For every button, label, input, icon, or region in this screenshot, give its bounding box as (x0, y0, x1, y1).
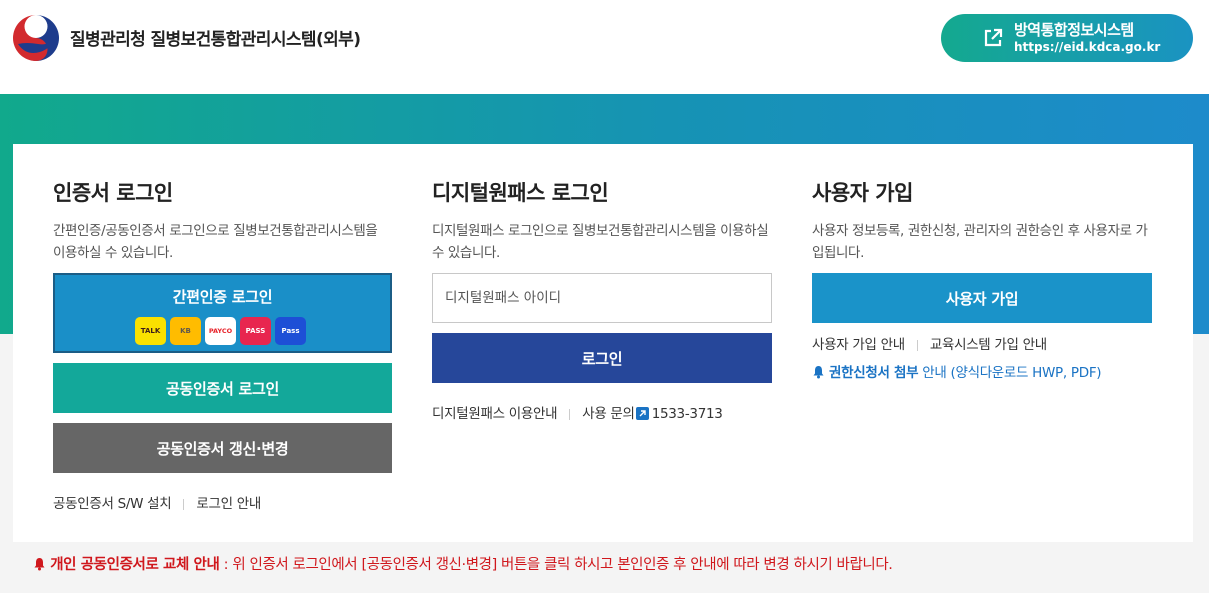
user-join-button[interactable]: 사용자 가입 (812, 273, 1152, 323)
cert-sw-install-link[interactable]: 공동인증서 S/W 설치 (53, 496, 172, 512)
site-title[interactable]: 질병관리청 질병보건통합관리시스템(외부) (70, 25, 361, 50)
inquiry-phone[interactable]: 1533-3713 (652, 406, 723, 422)
permission-form-notice-text: 안내 (양식다운로드 HWP, PDF) (922, 365, 1102, 381)
payco-icon: PAYCO (205, 317, 236, 345)
cert-replacement-notice-strong: 개인 공동인증서로 교체 안내 (50, 557, 220, 573)
onepass-login-title: 디지털원패스 로그인 (432, 181, 609, 205)
onepass-id-input[interactable] (432, 273, 772, 323)
login-guide-link[interactable]: 로그인 안내 (196, 496, 261, 512)
header: 질병관리청 질병보건통합관리시스템(외부) 방역통합정보시스템 https://… (0, 0, 1209, 94)
pass-icon: PASS (240, 317, 271, 345)
edu-join-guide-link[interactable]: 교육시스템 가입 안내 (930, 337, 1047, 353)
bell-icon (813, 366, 824, 379)
link-divider (183, 498, 185, 510)
cert-login-links: 공동인증서 S/W 설치 로그인 안내 (53, 492, 261, 512)
onepass-login-button[interactable]: 로그인 (432, 333, 772, 383)
cert-login-title: 인증서 로그인 (53, 181, 173, 205)
onepass-usage-guide-link[interactable]: 디지털원패스 이용안내 (432, 406, 558, 422)
external-link-icon (984, 28, 1003, 47)
kdca-logo-icon[interactable] (12, 14, 60, 62)
user-join-title: 사용자 가입 (812, 181, 913, 205)
external-system-title: 방역통합정보시스템 (1014, 21, 1134, 39)
user-join-description: 사용자 정보등록, 권한신청, 관리자의 권한승인 후 사용자로 가입됩니다. (812, 223, 1148, 261)
samsung-pass-icon: Pass (275, 317, 306, 345)
cert-login-button[interactable]: 공동인증서 로그인 (53, 363, 392, 413)
link-divider (916, 339, 918, 351)
cert-replacement-notice-text: : 위 인증서 로그인에서 [공동인증서 갱신·변경] 버튼을 클릭 하시고 본… (219, 557, 893, 573)
permission-form-notice[interactable]: 권한신청서 첨부 안내 (양식다운로드 HWP, PDF) (812, 361, 1102, 381)
login-card: 인증서 로그인 간편인증/공동인증서 로그인으로 질병보건통합관리시스템을 이용… (13, 144, 1193, 542)
permission-form-notice-strong: 권한신청서 첨부 (829, 365, 919, 381)
inquiry-label: 사용 문의 (582, 406, 635, 422)
cert-replacement-notice: 개인 공동인증서로 교체 안내 : 위 인증서 로그인에서 [공동인증서 갱신·… (33, 553, 893, 574)
auth-provider-icons: TALK KB PAYCO PASS Pass (135, 317, 306, 345)
kb-bank-icon: KB (170, 317, 201, 345)
kakao-talk-icon: TALK (135, 317, 166, 345)
link-divider (569, 408, 571, 420)
external-system-url: https://eid.kdca.go.kr (1014, 40, 1161, 54)
simple-auth-login-label: 간편인증 로그인 (172, 288, 273, 306)
external-link-icon[interactable] (635, 407, 649, 420)
user-join-guide-link[interactable]: 사용자 가입 안내 (812, 337, 905, 353)
external-system-button[interactable]: 방역통합정보시스템 https://eid.kdca.go.kr (941, 14, 1193, 62)
onepass-links: 디지털원패스 이용안내 사용 문의 1533-3713 (432, 402, 723, 422)
simple-auth-login-button[interactable]: 간편인증 로그인 TALK KB PAYCO PASS Pass (53, 273, 392, 353)
cert-login-description: 간편인증/공동인증서 로그인으로 질병보건통합관리시스템을 이용하실 수 있습니… (53, 223, 378, 261)
user-join-links: 사용자 가입 안내 교육시스템 가입 안내 (812, 333, 1047, 353)
bell-icon (34, 558, 45, 571)
onepass-login-description: 디지털원패스 로그인으로 질병보건통합관리시스템을 이용하실수 있습니다. (432, 223, 769, 261)
cert-renew-button[interactable]: 공동인증서 갱신·변경 (53, 423, 392, 473)
